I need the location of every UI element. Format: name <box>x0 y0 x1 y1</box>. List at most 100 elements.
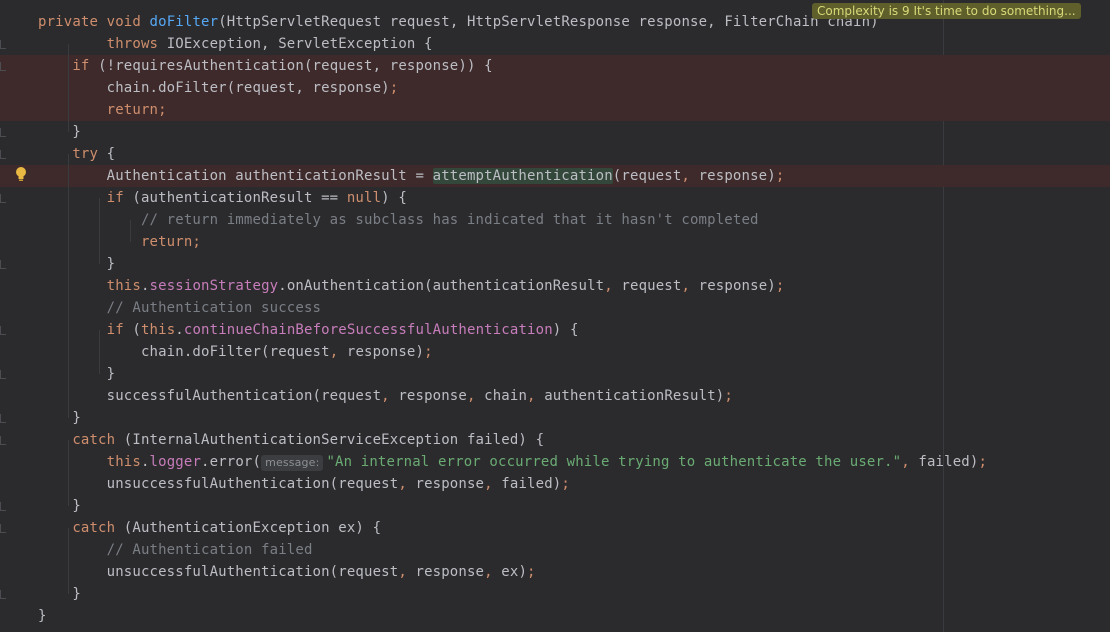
code-text: return; <box>38 99 167 121</box>
code-token: (HttpServletRequest request, HttpServlet… <box>218 14 879 30</box>
code-token: , <box>381 388 399 404</box>
code-token: request <box>621 278 682 294</box>
code-text: } <box>38 253 115 275</box>
code-token: } <box>38 366 116 382</box>
complexity-badge[interactable]: Complexity is 9 It's time to do somethin… <box>812 3 1081 19</box>
code-line[interactable]: Authentication authenticationResult = at… <box>0 165 1110 187</box>
code-token: this <box>140 322 176 338</box>
code-token: catch <box>38 432 124 448</box>
indent-guide <box>130 220 131 242</box>
code-line[interactable]: // Authentication success <box>0 297 1110 319</box>
fold-marker-icon[interactable] <box>0 436 6 445</box>
code-token: return; <box>38 102 167 118</box>
code-token: (authenticationResult == <box>132 190 347 206</box>
code-line[interactable]: if (this.continueChainBeforeSuccessfulAu… <box>0 319 1110 341</box>
code-token: "An internal error occurred while trying… <box>326 454 902 470</box>
code-line[interactable]: } <box>0 583 1110 605</box>
code-line[interactable]: } <box>0 605 1110 627</box>
code-line[interactable]: catch (AuthenticationException ex) { <box>0 517 1110 539</box>
code-token: } <box>38 586 81 602</box>
code-text: } <box>38 605 47 627</box>
fold-marker-icon[interactable] <box>0 62 6 71</box>
code-line[interactable]: // Authentication failed <box>0 539 1110 561</box>
code-line[interactable]: } <box>0 495 1110 517</box>
code-text: Authentication authenticationResult = at… <box>38 165 784 187</box>
code-text: throws IOException, ServletException { <box>38 33 433 55</box>
code-token: response) <box>698 168 776 184</box>
code-token: , <box>604 278 622 294</box>
code-text: } <box>38 363 115 385</box>
code-line[interactable]: chain.doFilter(request, response); <box>0 341 1110 363</box>
indent-guide <box>68 440 69 506</box>
code-line[interactable]: this.logger.error(message: "An internal e… <box>0 451 1110 473</box>
code-token: chain.doFilter(request, response) <box>38 80 390 96</box>
code-token: ; <box>389 80 399 96</box>
code-token: } <box>38 256 116 272</box>
code-token: , <box>527 388 545 404</box>
indent-guide <box>68 528 69 594</box>
fold-marker-icon[interactable] <box>0 524 6 533</box>
fold-marker-icon[interactable] <box>0 194 6 203</box>
code-token: .error( <box>201 454 262 470</box>
code-token: // Authentication success <box>38 300 322 316</box>
code-token: successfulAuthentication(request <box>38 388 382 404</box>
code-token: response <box>415 476 485 492</box>
code-line[interactable]: unsuccessfulAuthentication(request, resp… <box>0 473 1110 495</box>
code-token: unsuccessfulAuthentication(request <box>38 564 399 580</box>
code-line[interactable]: } <box>0 121 1110 143</box>
code-line[interactable]: return; <box>0 99 1110 121</box>
code-token: (AuthenticationException ex) { <box>123 520 382 536</box>
fold-marker-icon[interactable] <box>0 326 6 335</box>
fold-marker-icon[interactable] <box>0 260 6 269</box>
code-token: } <box>38 608 47 624</box>
code-token: . <box>140 278 150 294</box>
code-token: throws <box>38 36 167 52</box>
code-line[interactable]: return; <box>0 231 1110 253</box>
code-text: } <box>38 407 81 429</box>
code-token: authenticationResult) <box>544 388 725 404</box>
fold-marker-icon[interactable] <box>0 128 6 137</box>
code-token: (InternalAuthenticationServiceException … <box>123 432 545 448</box>
code-line[interactable]: } <box>0 253 1110 275</box>
code-token: IOException, ServletException { <box>166 36 433 52</box>
code-line[interactable]: } <box>0 407 1110 429</box>
code-line[interactable]: } <box>0 363 1110 385</box>
code-line[interactable]: this.sessionStrategy.onAuthentication(au… <box>0 275 1110 297</box>
code-line[interactable]: if (authenticationResult == null) { <box>0 187 1110 209</box>
code-token: response) <box>346 344 425 360</box>
code-line[interactable]: unsuccessfulAuthentication(request, resp… <box>0 561 1110 583</box>
code-line[interactable]: catch (InternalAuthenticationServiceExce… <box>0 429 1110 451</box>
code-text: successfulAuthentication(request, respon… <box>38 385 733 407</box>
fold-marker-icon[interactable] <box>0 590 6 599</box>
code-line[interactable]: try { <box>0 143 1110 165</box>
code-token: , <box>484 564 502 580</box>
code-text: try { <box>38 143 115 165</box>
code-line[interactable]: successfulAuthentication(request, respon… <box>0 385 1110 407</box>
parameter-hint: message: <box>261 455 324 471</box>
fold-marker-icon[interactable] <box>0 370 6 379</box>
code-token: , <box>466 388 485 404</box>
code-line[interactable]: // return immediately as subclass has in… <box>0 209 1110 231</box>
code-token: ; <box>724 388 733 404</box>
code-line[interactable]: if (!requiresAuthentication(request, res… <box>0 55 1110 77</box>
code-token: catch <box>38 520 124 536</box>
code-token: , <box>329 344 347 360</box>
fold-marker-icon[interactable] <box>0 40 6 49</box>
code-text: chain.doFilter(request, response); <box>38 77 399 99</box>
code-text: if (!requiresAuthentication(request, res… <box>38 55 493 77</box>
lightbulb-icon[interactable] <box>15 166 27 182</box>
code-token: attemptAuthentication <box>432 168 613 184</box>
fold-marker-icon[interactable] <box>0 502 6 511</box>
code-token: } <box>38 498 81 514</box>
code-editor[interactable]: private void doFilter(HttpServletRequest… <box>0 0 1110 632</box>
code-text: this.sessionStrategy.onAuthentication(au… <box>38 275 785 297</box>
code-token: ; <box>527 564 536 580</box>
code-line[interactable]: chain.doFilter(request, response); <box>0 77 1110 99</box>
code-line[interactable]: throws IOException, ServletException { <box>0 33 1110 55</box>
code-token: ex) <box>501 564 528 580</box>
code-token: , <box>398 476 416 492</box>
code-text: chain.doFilter(request, response); <box>38 341 433 363</box>
fold-marker-icon[interactable] <box>0 414 6 423</box>
fold-marker-icon[interactable] <box>0 150 6 159</box>
code-text: this.logger.error(message: "An internal e… <box>38 451 987 473</box>
